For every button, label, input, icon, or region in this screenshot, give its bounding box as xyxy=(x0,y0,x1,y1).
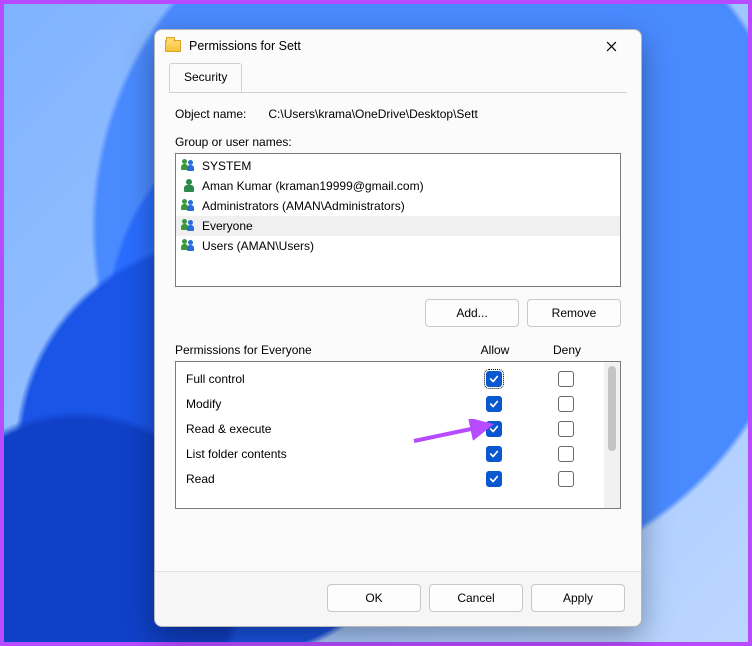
permission-row: Modify xyxy=(176,391,604,416)
close-button[interactable] xyxy=(591,32,631,60)
ok-button[interactable]: OK xyxy=(327,584,421,612)
allow-checkbox[interactable] xyxy=(486,396,502,412)
group-buttons-row: Add... Remove xyxy=(175,299,621,327)
close-icon xyxy=(606,41,617,52)
tab-strip: Security xyxy=(155,62,641,92)
cancel-button[interactable]: Cancel xyxy=(429,584,523,612)
users-icon xyxy=(180,159,198,173)
group-list-item[interactable]: Aman Kumar (kraman19999@gmail.com) xyxy=(176,176,620,196)
group-list-item[interactable]: SYSTEM xyxy=(176,156,620,176)
permission-name: Read xyxy=(186,472,458,486)
permissions-list: Full control Modify Read & execute List fol… xyxy=(176,362,604,508)
deny-column-header: Deny xyxy=(531,343,603,357)
allow-column-header: Allow xyxy=(459,343,531,357)
permissions-for-label: Permissions for Everyone xyxy=(175,343,312,357)
permission-name: Read & execute xyxy=(186,422,458,436)
permissions-dialog: Permissions for Sett Security Object nam… xyxy=(154,29,642,627)
permission-row: Full control xyxy=(176,366,604,391)
dialog-footer: OK Cancel Apply xyxy=(155,571,641,626)
permissions-header-row: Permissions for Everyone Allow Deny xyxy=(175,343,621,357)
group-list-item[interactable]: Users (AMAN\Users) xyxy=(176,236,620,256)
apply-button[interactable]: Apply xyxy=(531,584,625,612)
allow-checkbox[interactable] xyxy=(486,471,502,487)
allow-checkbox[interactable] xyxy=(486,371,502,387)
permission-name: List folder contents xyxy=(186,447,458,461)
users-icon xyxy=(180,219,198,233)
permission-row: Read xyxy=(176,466,604,491)
tab-security[interactable]: Security xyxy=(169,63,242,92)
scrollbar-thumb[interactable] xyxy=(608,366,616,451)
group-list-item-label: Aman Kumar (kraman19999@gmail.com) xyxy=(202,179,424,193)
permissions-listbox: Full control Modify Read & execute List fol… xyxy=(175,361,621,509)
deny-checkbox[interactable] xyxy=(558,396,574,412)
remove-button[interactable]: Remove xyxy=(527,299,621,327)
group-list-item-label: Everyone xyxy=(202,219,253,233)
group-user-listbox[interactable]: SYSTEM Aman Kumar (kraman19999@gmail.com)… xyxy=(175,153,621,287)
permissions-scrollbar[interactable] xyxy=(604,362,620,508)
window-title: Permissions for Sett xyxy=(189,39,591,53)
permission-name: Full control xyxy=(186,372,458,386)
deny-checkbox[interactable] xyxy=(558,471,574,487)
deny-checkbox[interactable] xyxy=(558,371,574,387)
object-name-value: C:\Users\krama\OneDrive\Desktop\Sett xyxy=(268,107,477,121)
permission-row: List folder contents xyxy=(176,441,604,466)
folder-icon xyxy=(165,40,181,52)
group-list-item[interactable]: Administrators (AMAN\Administrators) xyxy=(176,196,620,216)
deny-checkbox[interactable] xyxy=(558,446,574,462)
users-icon xyxy=(180,239,198,253)
desktop-background: Permissions for Sett Security Object nam… xyxy=(0,0,752,646)
users-icon xyxy=(180,199,198,213)
group-list-item-label: Users (AMAN\Users) xyxy=(202,239,314,253)
dialog-body: Object name: C:\Users\krama\OneDrive\Des… xyxy=(155,93,641,571)
group-list-item-label: Administrators (AMAN\Administrators) xyxy=(202,199,405,213)
object-name-label: Object name: xyxy=(175,107,246,121)
group-list-item-label: SYSTEM xyxy=(202,159,251,173)
permission-row: Read & execute xyxy=(176,416,604,441)
add-button[interactable]: Add... xyxy=(425,299,519,327)
group-list-item[interactable]: Everyone xyxy=(176,216,620,236)
allow-checkbox[interactable] xyxy=(486,421,502,437)
permission-name: Modify xyxy=(186,397,458,411)
groups-label: Group or user names: xyxy=(175,135,621,149)
object-name-row: Object name: C:\Users\krama\OneDrive\Des… xyxy=(175,107,621,121)
user-icon xyxy=(180,179,198,193)
allow-checkbox[interactable] xyxy=(486,446,502,462)
deny-checkbox[interactable] xyxy=(558,421,574,437)
titlebar: Permissions for Sett xyxy=(155,30,641,62)
